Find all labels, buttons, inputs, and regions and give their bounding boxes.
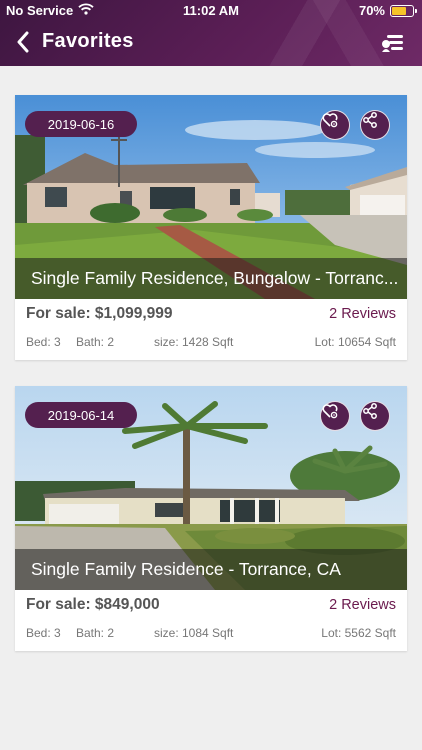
listing-price: For sale: $849,000 [26,596,160,613]
listing-price: For sale: $1,099,999 [26,305,173,322]
listing-photo[interactable]: 2019-06-16 Single Family Residence, Bung… [15,95,407,299]
share-icon [363,112,377,128]
bath-count: Bath: 2 [76,335,115,349]
app-header: No Service 11:02 AM 70% Favorites [0,0,422,66]
status-right: 70% [358,3,417,18]
back-button[interactable] [10,29,36,55]
bath-count: Bath: 2 [76,626,115,640]
listing-photo[interactable]: 2019-06-14 Single Family Residence - Tor… [15,386,407,590]
filter-menu-icon [382,35,403,52]
reviews-link[interactable]: 2 Reviews [329,597,396,613]
lot-value: Lot: 10654 Sqft [314,335,396,349]
size-value: size: 1428 Sqft [154,335,234,349]
lot-value: Lot: 5562 Sqft [321,626,396,640]
share-icon [363,403,377,419]
listing-card[interactable]: 2019-06-14 Single Family Residence - Tor… [15,386,407,651]
battery-icon [390,4,417,17]
bed-count: Bed: 3 [26,335,61,349]
share-button[interactable] [360,401,390,431]
share-button[interactable] [360,110,390,140]
listing-title: Single Family Residence, Bungalow - Torr… [15,258,407,299]
heart-gear-icon [322,404,338,419]
filter-menu-button[interactable] [380,30,406,56]
battery-percent: 70% [358,3,385,18]
listing-card[interactable]: 2019-06-16 Single Family Residence, Bung… [15,95,407,360]
nav-bar: Favorites [0,24,422,64]
page-title: Favorites [42,30,134,52]
favorite-button[interactable] [320,110,350,140]
bed-count: Bed: 3 [26,626,61,640]
heart-gear-icon [322,113,338,128]
date-badge: 2019-06-16 [25,111,137,137]
date-badge: 2019-06-14 [25,402,137,428]
favorite-button[interactable] [320,401,350,431]
chevron-left-icon [17,31,29,53]
status-bar: No Service 11:02 AM 70% [0,0,422,22]
reviews-link[interactable]: 2 Reviews [329,306,396,322]
listing-title: Single Family Residence - Torrance, CA [15,549,407,590]
size-value: size: 1084 Sqft [154,626,234,640]
